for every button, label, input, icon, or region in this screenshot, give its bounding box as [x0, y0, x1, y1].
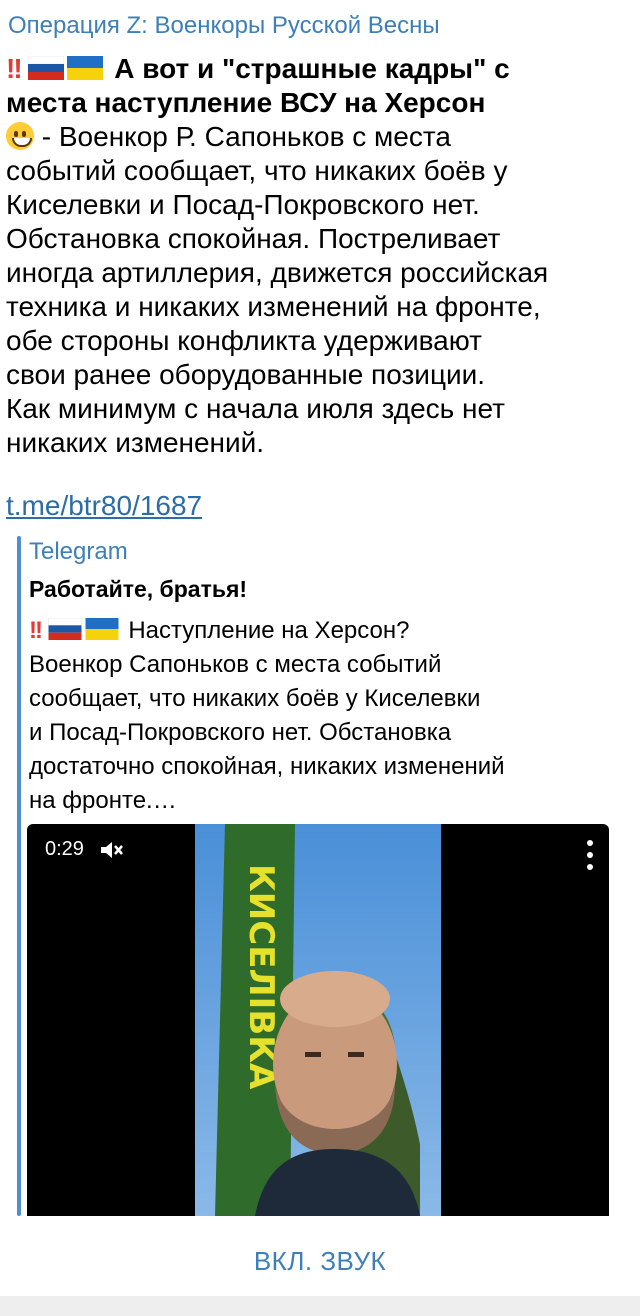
post-title-text-1: А вот и "страшные кадры" с [114, 53, 510, 84]
preview-line: сообщает, что никаких боёв у Киселевки [29, 685, 481, 712]
post-body-line: Киселевки и Посад-Покровского нет. [6, 189, 480, 220]
bottom-divider [0, 1296, 640, 1316]
video-time: 0:29 [45, 838, 84, 860]
channel-name[interactable]: Операция Z: Военкоры Русской Весны [8, 12, 440, 40]
double-exclamation-icon: !! [6, 53, 23, 84]
post-body-text: - Военкор Р. Сапоньков с места [34, 121, 451, 152]
post-body-line: Как минимум с начала июля здесь нет [6, 393, 505, 424]
post-body-line: - Военкор Р. Сапоньков с места [6, 120, 636, 154]
ukraine-flag-icon [85, 618, 119, 640]
post-body-line: событий сообщает, что никаких боёв у [6, 155, 508, 186]
post-title-line-2: места наступление ВСУ на Херсон [6, 87, 486, 118]
sound-on-button[interactable]: ВКЛ. ЗВУК [0, 1246, 640, 1277]
preview-title: Работайте, братья! [29, 576, 248, 602]
preview-quote-bar [17, 536, 21, 1216]
preview-line: Военкор Сапоньков с места событий [29, 651, 442, 678]
post-body-line: иногда артиллерия, движется российская [6, 257, 549, 288]
double-exclamation-icon: !! [29, 617, 43, 644]
ukraine-flag-icon [67, 56, 104, 80]
russia-flag-icon [47, 618, 82, 640]
video-frame: КИСЕЛІВКА [195, 824, 441, 1216]
post-body-line: обе стороны конфликта удерживают [6, 325, 482, 356]
preview-description: !! Наступление на Херсон? Военкор Сапонь… [29, 614, 609, 818]
preview-site-name: Telegram [29, 538, 128, 565]
post-body-line: никаких изменений. [6, 427, 265, 458]
muted-speaker-icon[interactable] [99, 840, 125, 860]
post-body-line: Обстановка спокойная. Постреливает [6, 223, 501, 254]
preview-line: !! Наступление на Херсон? [29, 614, 609, 648]
preview-first-line-text: Наступление на Херсон? [121, 617, 410, 644]
post-body: !! А вот и "страшные кадры" с места наст… [6, 52, 636, 460]
post-body-line: техника и никаких изменений на фронте, [6, 291, 541, 322]
video-player[interactable]: КИСЕЛІВКА 0:29 [27, 824, 609, 1216]
preview-line: и Посад-Покровского нет. Обстановка [29, 719, 452, 746]
post-body-line: свои ранее оборудованные позиции. [6, 359, 486, 390]
post-link[interactable]: t.me/btr80/1687 [6, 490, 202, 522]
link-preview[interactable]: Telegram Работайте, братья! !! Наступлен… [17, 536, 617, 1216]
grinning-face-icon [6, 122, 34, 150]
russia-flag-icon [28, 56, 65, 80]
more-options-icon[interactable] [587, 840, 593, 874]
preview-line: достаточно спокойная, никаких изменений [29, 753, 505, 780]
post-title-line-1: !! А вот и "страшные кадры" с [6, 52, 636, 86]
preview-line: на фронте.… [29, 787, 177, 814]
